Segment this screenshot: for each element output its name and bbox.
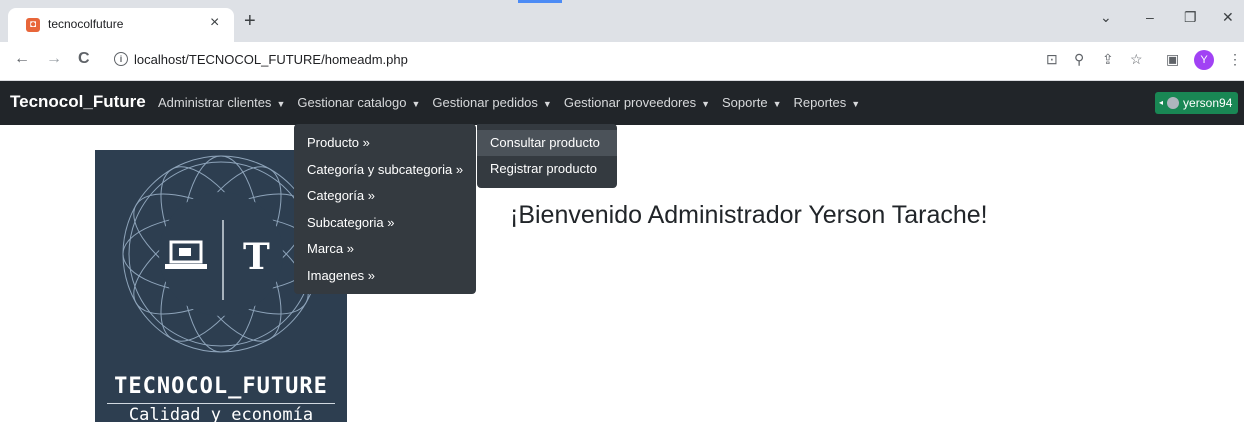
close-window-icon[interactable]: ✕	[1222, 9, 1234, 26]
caret-down-icon: ▼	[411, 99, 421, 109]
menu-administrar-clientes[interactable]: Administrar clientes ▼	[158, 95, 285, 110]
favicon-icon: ◘	[26, 18, 40, 32]
caret-down-icon: ▼	[772, 99, 782, 109]
translate-icon[interactable]: ⊡	[1046, 51, 1058, 68]
tab-search-icon[interactable]: ⌄	[1100, 9, 1112, 26]
back-button[interactable]: ←	[14, 50, 30, 68]
side-panel-icon[interactable]: ▣	[1166, 51, 1179, 68]
menu-label: Reportes	[793, 95, 847, 110]
browser-toolbar: ← → C i localhost/TECNOCOL_FUTURE/homead…	[0, 42, 1244, 81]
share-icon[interactable]: ⇪	[1102, 51, 1114, 68]
user-icon	[1167, 97, 1180, 109]
zoom-icon[interactable]: ⚲	[1074, 51, 1084, 68]
tab-close-icon[interactable]: ×	[210, 14, 219, 32]
catalog-dropdown-menu: Producto » Categoría y subcategoria » Ca…	[294, 124, 476, 294]
submenu-item-consultar-producto[interactable]: Consultar producto	[477, 130, 617, 156]
reload-button[interactable]: C	[78, 50, 90, 68]
caret-left-icon: ◂	[1159, 98, 1164, 107]
site-info-icon[interactable]: i	[114, 52, 128, 66]
user-menu-button[interactable]: ◂ yerson94	[1155, 92, 1239, 114]
menu-label: Soporte	[722, 95, 768, 110]
bookmark-star-icon[interactable]: ☆	[1130, 51, 1143, 68]
menu-gestionar-catalogo[interactable]: Gestionar catalogo ▼	[297, 95, 420, 110]
producto-submenu: Consultar producto Registrar producto	[477, 124, 617, 188]
menu-soporte[interactable]: Soporte ▼	[722, 95, 781, 110]
menu-reportes[interactable]: Reportes ▼	[793, 95, 860, 110]
forward-button[interactable]: →	[46, 50, 62, 68]
url-text[interactable]: localhost/TECNOCOL_FUTURE/homeadm.php	[134, 52, 408, 67]
main-menu: Administrar clientes ▼ Gestionar catalogo…	[158, 95, 872, 110]
tab-title: tecnocolfuture	[48, 17, 124, 31]
menu-kebab-icon[interactable]: ⋮	[1228, 51, 1242, 68]
address-bar[interactable]: i localhost/TECNOCOL_FUTURE/homeadm.php	[104, 46, 1004, 74]
dropdown-item-categoria-subcategoria[interactable]: Categoría y subcategoria »	[294, 162, 476, 177]
logo-letter: T	[243, 236, 270, 278]
dropdown-item-imagenes[interactable]: Imagenes »	[294, 268, 476, 283]
site-navbar: Tecnocol_Future Administrar clientes ▼ Ge…	[0, 81, 1244, 125]
dropdown-item-marca[interactable]: Marca »	[294, 241, 476, 256]
logo-title: TECNOCOL_FUTURE	[114, 374, 328, 399]
caret-down-icon: ▼	[542, 99, 552, 109]
dropdown-item-producto[interactable]: Producto »	[294, 135, 476, 150]
menu-gestionar-pedidos[interactable]: Gestionar pedidos ▼	[432, 95, 551, 110]
caret-down-icon: ▼	[851, 99, 861, 109]
caret-down-icon: ▼	[701, 99, 711, 109]
minimize-icon[interactable]: –	[1146, 9, 1154, 25]
menu-label: Gestionar pedidos	[432, 95, 538, 110]
new-tab-button[interactable]: +	[244, 11, 256, 31]
browser-tab-strip: ◘ tecnocolfuture × + ⌄ – ❐ ✕	[0, 0, 1244, 42]
maximize-icon[interactable]: ❐	[1184, 9, 1197, 26]
logo-divider	[107, 403, 335, 404]
menu-label: Administrar clientes	[158, 95, 272, 110]
welcome-heading: ¡Bienvenido Administrador Yerson Tarache…	[510, 201, 988, 229]
logo-subtitle: Calidad y economía	[128, 405, 314, 422]
dropdown-item-subcategoria[interactable]: Subcategoria »	[294, 215, 476, 230]
menu-label: Gestionar proveedores	[563, 95, 697, 110]
submenu-item-registrar-producto[interactable]: Registrar producto	[477, 156, 617, 182]
browser-tab[interactable]: ◘ tecnocolfuture ×	[8, 8, 234, 42]
dropdown-item-categoria[interactable]: Categoría »	[294, 188, 476, 203]
tab-strip-accent	[518, 0, 562, 3]
menu-label: Gestionar catalogo	[297, 95, 407, 110]
caret-down-icon: ▼	[276, 99, 286, 109]
menu-gestionar-proveedores[interactable]: Gestionar proveedores ▼	[564, 95, 710, 110]
username: yerson94	[1183, 96, 1233, 110]
brand-logo-text[interactable]: Tecnocol_Future	[10, 92, 146, 112]
profile-avatar[interactable]: Y	[1194, 50, 1214, 70]
